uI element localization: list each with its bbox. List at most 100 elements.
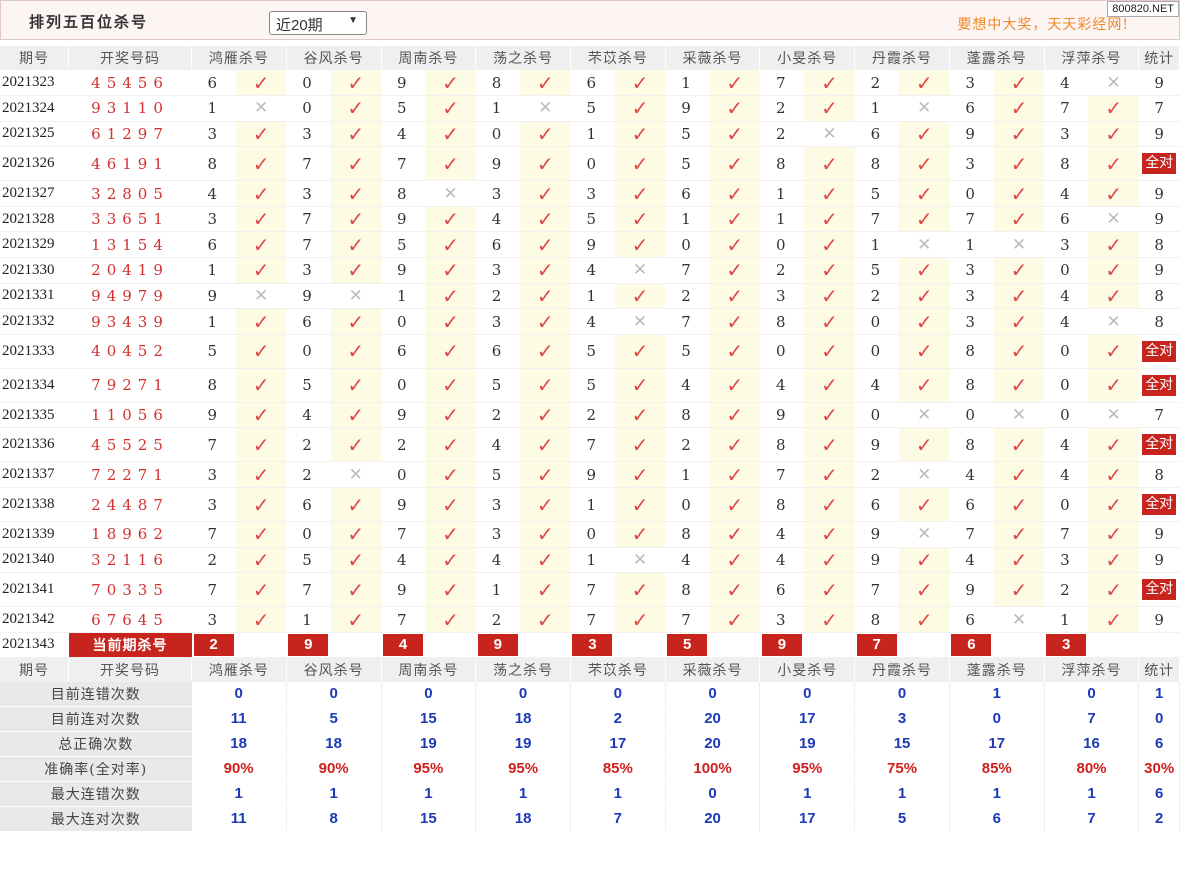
check-icon: ✓ xyxy=(726,232,744,257)
check-icon: ✓ xyxy=(821,232,838,257)
summary-value: 0 xyxy=(854,681,950,707)
kill-number: 0 xyxy=(1044,334,1089,369)
kill-number: 7 xyxy=(286,231,331,259)
kill-number: 7 xyxy=(286,146,331,182)
check-icon: ✓ xyxy=(631,70,649,95)
period-range-select[interactable]: 近20期 ▼ xyxy=(269,11,367,35)
draw-numbers: 79271 xyxy=(68,368,192,403)
check-icon: ✓ xyxy=(252,432,270,457)
kill-number: 0 xyxy=(1044,257,1089,284)
stat-cell: 9 xyxy=(1138,257,1180,284)
kill-number: 1 xyxy=(381,283,426,310)
kill-number: 9 xyxy=(759,402,805,429)
draw-numbers: 93439 xyxy=(68,308,192,335)
kill-number: 1 xyxy=(191,308,236,335)
summary-value: 1 xyxy=(475,781,571,807)
kill-number: 4 xyxy=(1044,461,1089,489)
wrong-cell: ✕ xyxy=(993,402,1045,429)
check-icon: ✓ xyxy=(442,207,459,232)
kill-number: 2 xyxy=(475,606,521,633)
correct-cell: ✓ xyxy=(614,461,666,489)
check-icon: ✓ xyxy=(347,607,365,632)
summary-value: 11 xyxy=(191,806,287,832)
check-icon: ✓ xyxy=(631,462,649,487)
stat-value: 8 xyxy=(1154,235,1164,254)
check-icon: ✓ xyxy=(442,403,459,428)
kill-number: 3 xyxy=(191,121,236,148)
stat-cell: 8 xyxy=(1138,283,1180,310)
correct-cell: ✓ xyxy=(899,368,950,403)
correct-cell: ✓ xyxy=(993,427,1045,463)
kill-number: 5 xyxy=(570,334,615,369)
wrong-cell: ✕ xyxy=(520,95,571,122)
correct-cell: ✓ xyxy=(709,521,760,548)
summary-value: 15 xyxy=(381,806,477,832)
correct-cell: ✓ xyxy=(425,521,476,548)
kill-number: 7 xyxy=(1044,521,1089,548)
kill-number: 9 xyxy=(286,283,331,310)
kill-number: 6 xyxy=(949,487,994,523)
cross-icon: ✕ xyxy=(917,464,932,485)
check-icon: ✓ xyxy=(1105,547,1123,572)
correct-cell: ✓ xyxy=(520,606,571,633)
correct-cell: ✓ xyxy=(993,547,1045,574)
check-icon: ✓ xyxy=(252,492,270,517)
correct-cell: ✓ xyxy=(1088,95,1139,122)
correct-cell: ✓ xyxy=(614,95,666,122)
wrong-cell: ✕ xyxy=(1088,70,1139,97)
correct-cell: ✓ xyxy=(235,572,287,608)
period-cell: 2021324 xyxy=(0,95,69,122)
correct-cell: ✓ xyxy=(993,334,1045,369)
correct-cell: ✓ xyxy=(1088,487,1139,523)
summary-value: 18 xyxy=(475,806,571,832)
current-kill-number: 3 xyxy=(1046,633,1087,656)
correct-cell: ✓ xyxy=(425,427,476,463)
summary-value: 7 xyxy=(570,806,666,832)
kill-number: 9 xyxy=(191,402,236,429)
stat-cell: 9 xyxy=(1138,121,1180,148)
check-icon: ✓ xyxy=(442,258,459,283)
correct-cell: ✓ xyxy=(804,606,855,633)
cross-icon: ✕ xyxy=(1011,609,1027,630)
check-icon: ✓ xyxy=(252,309,270,334)
check-icon: ✓ xyxy=(726,577,744,602)
kill-number: 7 xyxy=(665,257,710,284)
slogan-link[interactable]: 要想中大奖，天天彩经网! xyxy=(957,14,1129,34)
correct-cell: ✓ xyxy=(1088,231,1139,259)
check-icon: ✓ xyxy=(252,232,270,257)
brand-badge[interactable]: 800820.NET xyxy=(1107,1,1179,17)
summary-row: 目前连对次数 11 5 15 18 2 20 17 3 0 7 0 xyxy=(0,706,1180,732)
kill-number: 0 xyxy=(665,487,710,523)
check-icon: ✓ xyxy=(1010,522,1028,547)
correct-cell: ✓ xyxy=(330,427,381,463)
check-icon: ✓ xyxy=(726,373,744,398)
correct-cell: ✓ xyxy=(709,231,760,259)
correct-cell: ✓ xyxy=(899,257,950,284)
kill-number: 2 xyxy=(191,547,236,574)
summary-value: 0 xyxy=(665,681,761,707)
kill-number: 8 xyxy=(949,427,994,463)
kill-number: 3 xyxy=(949,70,994,97)
kill-number: 7 xyxy=(665,606,710,633)
correct-cell: ✓ xyxy=(804,257,855,284)
footer-header-predictor-9: 浮萍杀号 xyxy=(1044,657,1140,682)
kill-number: 7 xyxy=(191,521,236,548)
summary-label: 目前连错次数 xyxy=(0,681,192,707)
stat-value: 8 xyxy=(1154,465,1164,484)
kill-number: 9 xyxy=(665,95,710,122)
kill-number: 2 xyxy=(759,257,805,284)
table-row: 2021330 20419 1 ✓ 3 ✓ 9 ✓ 3 ✓ 4 ✕ 7 ✓ 2 ✓ 5 ✓ 3 ✓ 0 ✓ 9 xyxy=(0,257,1180,284)
kill-number: 0 xyxy=(381,308,426,335)
summary-value: 17 xyxy=(759,806,856,832)
summary-row: 总正确次数 18 18 19 19 17 20 19 15 17 16 6 xyxy=(0,731,1180,757)
kill-number: 9 xyxy=(381,487,426,523)
kill-number: 6 xyxy=(191,70,236,97)
kill-number: 0 xyxy=(570,521,615,548)
table-row: 2021326 46191 8 ✓ 7 ✓ 7 ✓ 9 ✓ 0 ✓ 5 ✓ 8 ✓ 8 ✓ 3 ✓ 8 ✓ 全对 xyxy=(0,146,1180,182)
check-icon: ✓ xyxy=(726,607,744,632)
footer-header-predictor-1: 谷风杀号 xyxy=(286,657,382,682)
correct-cell: ✓ xyxy=(614,368,666,403)
check-icon: ✓ xyxy=(821,70,838,95)
kill-number: 7 xyxy=(759,70,805,97)
wrong-cell: ✕ xyxy=(899,521,950,548)
